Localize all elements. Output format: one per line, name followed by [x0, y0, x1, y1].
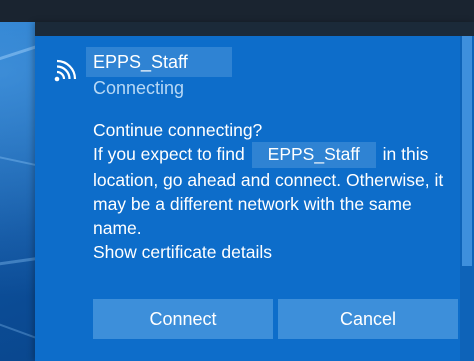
wifi-icon — [54, 59, 77, 82]
prompt-text-before-ssid: If you expect to find — [93, 144, 245, 164]
prompt-line-4: may be a different network with the same — [93, 194, 412, 214]
flyout-top-edge — [35, 22, 474, 36]
prompt-text-after-ssid: in this — [382, 144, 429, 164]
scrollbar-thumb[interactable] — [462, 36, 472, 266]
connect-button[interactable]: Connect — [93, 299, 273, 339]
network-status: Connecting — [93, 78, 185, 98]
network-name: EPPS_Staff — [86, 47, 232, 77]
inline-network-name: EPPS_Staff — [251, 142, 376, 168]
prompt-line-3: location, go ahead and connect. Otherwis… — [93, 170, 444, 190]
prompt-question: Continue connecting? — [93, 120, 263, 140]
prompt-line-2: If you expect to find EPPS_Staff in this — [93, 142, 453, 168]
top-dark-strip — [0, 0, 474, 22]
connection-prompt: Continue connecting? If you expect to fi… — [93, 118, 453, 264]
network-flyout: EPPS_Staff Connecting Continue connectin… — [35, 22, 474, 361]
cancel-button[interactable]: Cancel — [278, 299, 458, 339]
show-certificate-details-link[interactable]: Show certificate details — [93, 240, 453, 264]
wifi-icon-dot — [54, 76, 60, 82]
prompt-line-5: name. — [93, 218, 142, 238]
